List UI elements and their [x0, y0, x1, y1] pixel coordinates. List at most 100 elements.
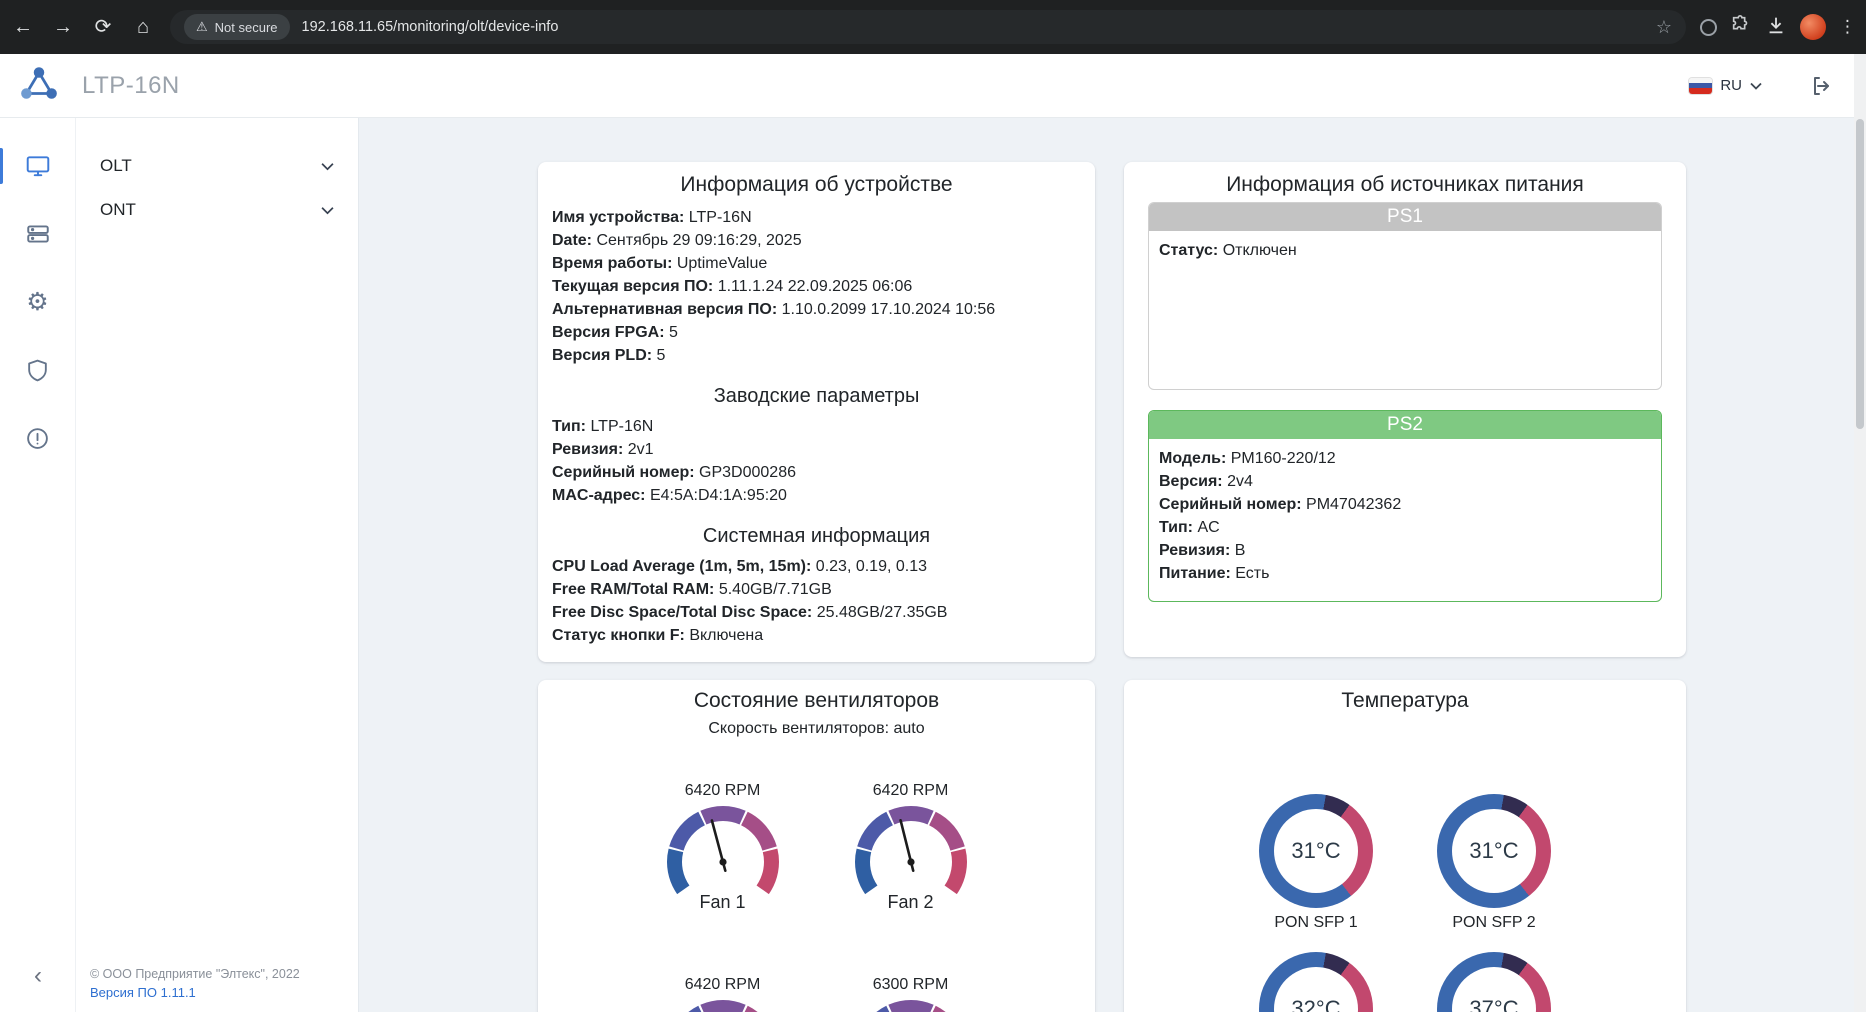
row-label: Тип:: [552, 418, 586, 435]
row-label: Имя устройства:: [552, 209, 684, 226]
row-label: Модель:: [1159, 450, 1226, 467]
fan-gauge-2: 6420 RPM Fan 2: [825, 780, 997, 914]
chevron-down-icon: [321, 162, 334, 171]
screen: ← → ⟳ ⌂ ⚠ Not secure 192.168.11.65/monit…: [0, 0, 1866, 1012]
row-label: Текущая версия ПО:: [552, 278, 713, 295]
extensions-puzzle-icon[interactable]: [1730, 14, 1752, 41]
address-bar[interactable]: ⚠ Not secure 192.168.11.65/monitoring/ol…: [170, 10, 1686, 44]
sidebar-item-olt[interactable]: OLT: [76, 144, 358, 188]
row-label: Серийный номер:: [552, 464, 695, 481]
row-label: Free RAM/Total RAM:: [552, 581, 714, 598]
row-label: Date:: [552, 232, 592, 249]
rail-item-modules[interactable]: [0, 212, 76, 256]
info-row: Ревизия: B: [1159, 539, 1651, 562]
row-value: GP3D000286: [699, 464, 796, 481]
bookmark-star-icon[interactable]: ☆: [1656, 17, 1672, 38]
factory-params-title: Заводские параметры: [552, 383, 1081, 409]
row-value: 2v1: [628, 441, 654, 458]
row-value: Есть: [1235, 565, 1269, 582]
fan-gauge-dial: [853, 998, 969, 1012]
icon-rail: ⚙ ‹: [0, 118, 76, 1012]
temp-sensor-1: 31°C PON SFP 1: [1259, 794, 1373, 934]
rail-item-monitoring[interactable]: [0, 144, 76, 188]
toolbar-right: ⋮: [1700, 14, 1856, 41]
scrollbar-thumb[interactable]: [1856, 119, 1864, 429]
row-value: 25.48GB/27.35GB: [817, 604, 948, 621]
sidebar-item-label: ONT: [100, 200, 136, 220]
ps2-header: PS2: [1149, 411, 1661, 439]
fan-rpm: 6420 RPM: [685, 974, 761, 996]
info-row: Альтернативная версия ПО: 1.10.0.2099 17…: [552, 298, 1081, 321]
sidebar-item-label: OLT: [100, 156, 132, 176]
fan-rpm: 6300 RPM: [873, 974, 949, 996]
sidebar-item-ont[interactable]: ONT: [76, 188, 358, 232]
row-label: Питание:: [1159, 565, 1231, 582]
row-label: CPU Load Average (1m, 5m, 15m):: [552, 558, 811, 575]
rail-item-security[interactable]: [0, 348, 76, 392]
info-row: Тип: AC: [1159, 516, 1651, 539]
temp-gauge-ring: 37°C: [1437, 952, 1551, 1012]
firmware-version-link[interactable]: Версия ПО 1.11.1: [90, 985, 300, 1000]
power-card-title: Информация об источниках питания: [1148, 172, 1662, 198]
sidebar-footer: © ООО Предприятие "Элтекс", 2022 Версия …: [90, 967, 300, 1000]
row-label: Версия PLD:: [552, 347, 652, 364]
browser-menu-icon[interactable]: ⋮: [1839, 17, 1856, 37]
power-supplies-card: Информация об источниках питания PS1 Ста…: [1124, 162, 1686, 657]
fan-rpm: 6420 RPM: [873, 780, 949, 802]
info-row: Free Disc Space/Total Disc Space: 25.48G…: [552, 601, 1081, 624]
row-label: Время работы:: [552, 255, 672, 272]
ps1-header: PS1: [1149, 203, 1661, 231]
fans-card: Состояние вентиляторов Скорость вентилят…: [538, 680, 1095, 1012]
sidebar: OLT ONT © ООО Предприятие "Элтекс", 2022…: [76, 118, 359, 1012]
info-row: Тип: LTP-16N: [552, 415, 1081, 438]
info-row: Текущая версия ПО: 1.11.1.24 22.09.2025 …: [552, 275, 1081, 298]
row-value: 1.11.1.24 22.09.2025 06:06: [718, 278, 913, 295]
temp-gauge-ring: 31°C: [1437, 794, 1551, 908]
temp-sensor-label: PON SFP 2: [1452, 912, 1535, 934]
temperature-card: Температура 31°C PON SFP 1 31°C: [1124, 680, 1686, 1012]
row-value: AC: [1197, 519, 1219, 536]
rail-item-settings[interactable]: ⚙: [0, 280, 76, 324]
security-chip-label: Not secure: [215, 20, 278, 35]
ps2-panel: PS2 Модель: PM160-220/12 Версия: 2v4 Сер…: [1148, 410, 1662, 602]
rail-item-alerts[interactable]: [0, 416, 76, 460]
fan-gauge-dial: [853, 804, 969, 898]
web-page: LTP-16N RU: [0, 54, 1866, 1012]
info-row: Версия FPGA: 5: [552, 321, 1081, 344]
row-value: Включена: [689, 627, 763, 644]
row-value: Отключен: [1223, 242, 1297, 259]
language-selector[interactable]: RU: [1720, 77, 1742, 94]
row-label: Версия FPGA:: [552, 324, 665, 341]
profile-avatar[interactable]: [1800, 14, 1826, 40]
row-value: 2v4: [1227, 473, 1253, 490]
fans-card-title: Состояние вентиляторов: [538, 688, 1095, 714]
info-row: Питание: Есть: [1159, 562, 1651, 585]
home-button[interactable]: ⌂: [130, 14, 156, 40]
fan-rpm: 6420 RPM: [685, 780, 761, 802]
eltex-logo: [18, 64, 60, 107]
info-row: Статус кнопки F: Включена: [552, 624, 1081, 647]
security-chip[interactable]: ⚠ Not secure: [184, 14, 290, 40]
row-value: LTP-16N: [590, 418, 653, 435]
warning-icon: ⚠: [196, 19, 208, 35]
browser-toolbar: ← → ⟳ ⌂ ⚠ Not secure 192.168.11.65/monit…: [0, 0, 1866, 54]
temp-sensor-4: 37°C: [1437, 952, 1551, 1012]
page-scrollbar[interactable]: [1854, 54, 1866, 1012]
info-row: Версия: 2v4: [1159, 470, 1651, 493]
chevron-down-icon: [321, 206, 334, 215]
extension-icon[interactable]: [1700, 19, 1717, 36]
download-icon[interactable]: [1765, 14, 1787, 41]
temp-value: 31°C: [1469, 838, 1518, 864]
row-value: 5.40GB/7.71GB: [719, 581, 832, 598]
row-label: Тип:: [1159, 519, 1193, 536]
reload-button[interactable]: ⟳: [90, 14, 116, 40]
logout-icon[interactable]: [1810, 74, 1834, 98]
row-value: UptimeValue: [677, 255, 767, 272]
sidebar-collapse-button[interactable]: ‹: [0, 964, 76, 988]
info-row: Версия PLD: 5: [552, 344, 1081, 367]
device-info-card: Информация об устройстве Имя устройства:…: [538, 162, 1095, 662]
fan-gauge-1: 6420 RPM Fan 1: [637, 780, 809, 914]
info-row: MAC-адрес: E4:5A:D4:1A:95:20: [552, 484, 1081, 507]
back-button[interactable]: ←: [10, 14, 36, 40]
forward-button[interactable]: →: [50, 14, 76, 40]
